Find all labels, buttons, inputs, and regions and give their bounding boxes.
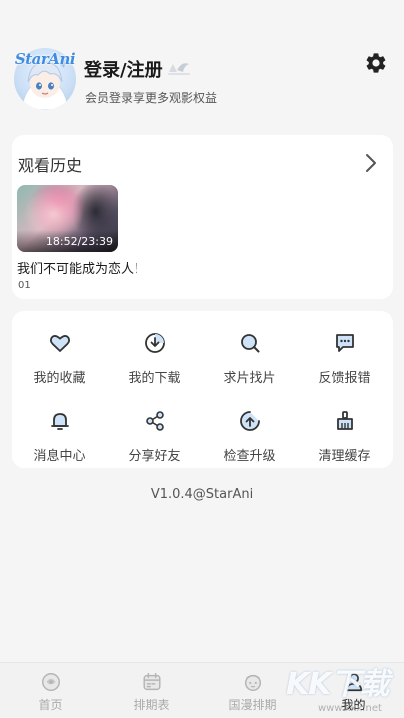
- guoman-icon: [244, 674, 261, 691]
- bottom-nav: 首页 排期表 国漫排期 我的: [0, 662, 404, 718]
- history-item-title[interactable]: 我们不可能成为恋人！绝对不行。（※似乎可以？）: [17, 258, 137, 277]
- search-icon: [240, 334, 259, 353]
- check-update-button[interactable]: 检查升级: [202, 403, 297, 467]
- nav-mine-label: 我的: [341, 698, 366, 712]
- login-subtitle: 会员登录享更多观影权益: [85, 91, 218, 105]
- profile-icon: [345, 673, 362, 692]
- nav-guoman-schedule[interactable]: 国漫排期: [202, 663, 303, 718]
- messages-button[interactable]: 消息中心: [12, 403, 107, 467]
- downloads-label: 我的下载: [128, 371, 181, 386]
- nav-home-label: 首页: [38, 698, 63, 712]
- heart-icon: [49, 334, 70, 352]
- nav-schedule[interactable]: 排期表: [101, 663, 202, 718]
- clear-cache-label: 清理缓存: [318, 449, 371, 464]
- upgrade-icon: [239, 411, 260, 431]
- share-label: 分享好友: [128, 449, 181, 464]
- chevron-right-icon: [366, 154, 376, 172]
- download-icon: [144, 333, 165, 353]
- watch-history-title: 观看历史: [18, 156, 83, 175]
- history-item-progress: 18:52/23:39: [45, 235, 113, 248]
- watch-history-card: 观看历史 18:52/23:39 我们不可能成为恋人！绝对不行。（※似乎可以？）…: [12, 135, 393, 299]
- feedback-button[interactable]: 反馈报错: [297, 325, 392, 389]
- downloads-button[interactable]: 我的下载: [107, 325, 202, 389]
- nav-guoman-label: 国漫排期: [228, 698, 277, 712]
- request-video-label: 求片找片: [223, 371, 276, 386]
- settings-button[interactable]: [363, 50, 389, 76]
- history-item-episode: 01: [18, 280, 31, 291]
- function-grid: 我的收藏 我的下载 求片找片 反馈报错 消息中心 分享好友 检查升级 清理缓存: [12, 311, 393, 468]
- nav-schedule-label: 排期表: [133, 698, 170, 712]
- gear-icon: [366, 53, 386, 73]
- app-version: V1.0.4@StarAni: [150, 487, 254, 502]
- feedback-label: 反馈报错: [318, 371, 371, 386]
- calendar-icon: [142, 673, 161, 691]
- share-button[interactable]: 分享好友: [107, 403, 202, 467]
- profile-header: StarAni 登录/注册 会员登录享更多观影权益: [0, 40, 404, 120]
- feedback-icon: [335, 334, 354, 352]
- check-update-label: 检查升级: [223, 449, 276, 464]
- request-video-button[interactable]: 求片找片: [202, 325, 297, 389]
- messages-label: 消息中心: [33, 449, 86, 464]
- share-icon: [145, 411, 164, 431]
- favorites-button[interactable]: 我的收藏: [12, 325, 107, 389]
- history-item-thumbnail[interactable]: 18:52/23:39: [17, 185, 118, 252]
- home-icon: [41, 673, 60, 691]
- nav-mine[interactable]: 我的: [303, 663, 404, 718]
- favorites-label: 我的收藏: [33, 371, 86, 386]
- avatar-logo: StarAni: [14, 50, 76, 68]
- bell-icon: [50, 413, 69, 430]
- staranilogo-badge-icon: [168, 63, 190, 75]
- broom-icon: [336, 411, 353, 430]
- login-register-link[interactable]: 登录/注册: [84, 56, 163, 82]
- watch-history-more-button[interactable]: [361, 151, 381, 175]
- clear-cache-button[interactable]: 清理缓存: [297, 403, 392, 467]
- nav-home[interactable]: 首页: [0, 663, 101, 718]
